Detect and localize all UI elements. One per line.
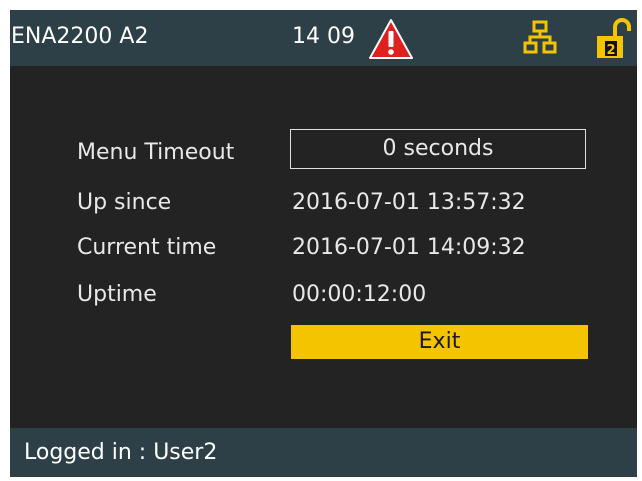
uptime-value: 00:00:12:00 bbox=[292, 282, 427, 307]
current-time-label: Current time bbox=[77, 235, 217, 260]
current-time-value: 2016-07-01 14:09:32 bbox=[292, 235, 526, 260]
device-screen: ENA2200 A2 14 09 2 Menu Timeout 0 second… bbox=[10, 10, 637, 477]
warning-triangle-icon[interactable] bbox=[368, 18, 414, 60]
up-since-value: 2016-07-01 13:57:32 bbox=[292, 190, 526, 215]
status-bar: Logged in : User2 bbox=[10, 428, 637, 477]
menu-timeout-field[interactable]: 0 seconds bbox=[290, 129, 586, 169]
header-bar: ENA2200 A2 14 09 2 bbox=[10, 10, 637, 66]
unlocked-padlock-icon[interactable]: 2 bbox=[593, 16, 637, 60]
device-name: ENA2200 A2 bbox=[11, 24, 149, 49]
network-icon bbox=[523, 20, 557, 54]
logged-in-status: Logged in : User2 bbox=[24, 440, 218, 465]
menu-timeout-label: Menu Timeout bbox=[77, 140, 235, 165]
exit-button[interactable]: Exit bbox=[291, 325, 588, 359]
uptime-label: Uptime bbox=[77, 282, 157, 307]
lock-level: 2 bbox=[606, 43, 615, 58]
up-since-label: Up since bbox=[77, 190, 172, 215]
clock: 14 09 bbox=[292, 24, 355, 49]
